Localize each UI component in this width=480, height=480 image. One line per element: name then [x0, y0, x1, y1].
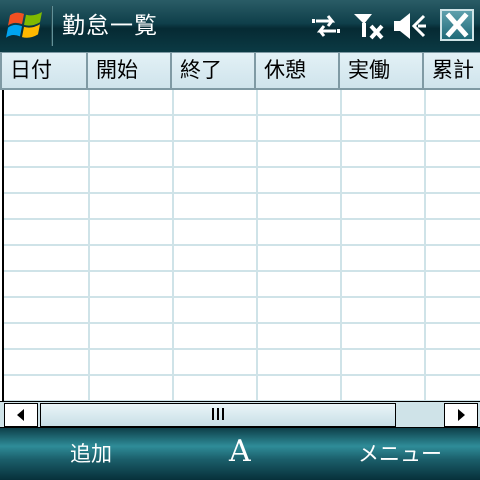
column-header-break[interactable]: 休憩 [256, 52, 340, 90]
title-bar: 勤怠一覧 [0, 0, 480, 53]
softkey-bar: 追加 A メニュー [0, 428, 480, 480]
title-separator [51, 6, 53, 46]
close-button[interactable] [440, 9, 474, 41]
add-softkey[interactable]: 追加 [70, 440, 112, 468]
grip-icon [212, 408, 224, 420]
arrow-right-icon [458, 409, 465, 421]
scroll-right-button[interactable] [444, 403, 478, 427]
close-icon [445, 12, 469, 38]
connectivity-icon[interactable] [310, 10, 342, 42]
no-signal-icon[interactable] [352, 10, 386, 42]
speaker-icon[interactable] [392, 10, 428, 42]
scroll-thumb[interactable] [40, 403, 396, 427]
column-header-date[interactable]: 日付 [0, 52, 88, 90]
window-title: 勤怠一覧 [62, 13, 158, 39]
column-header-end[interactable]: 終了 [172, 52, 256, 90]
column-header-worked[interactable]: 実働 [340, 52, 424, 90]
scroll-left-button[interactable] [4, 403, 38, 427]
menu-softkey[interactable]: メニュー [358, 440, 442, 468]
column-header-start[interactable]: 開始 [88, 52, 172, 90]
horizontal-scrollbar[interactable] [0, 401, 480, 428]
grid-body[interactable] [2, 90, 480, 401]
arrow-left-icon [17, 409, 24, 421]
grid-header: 日付 開始 終了 休憩 実働 累計 [0, 52, 480, 90]
windows-start-icon[interactable] [4, 6, 48, 46]
input-method-button[interactable]: A [229, 432, 251, 472]
attendance-grid[interactable]: 日付 開始 終了 休憩 実働 累計 [0, 52, 480, 401]
column-header-total[interactable]: 累計 [424, 52, 480, 90]
